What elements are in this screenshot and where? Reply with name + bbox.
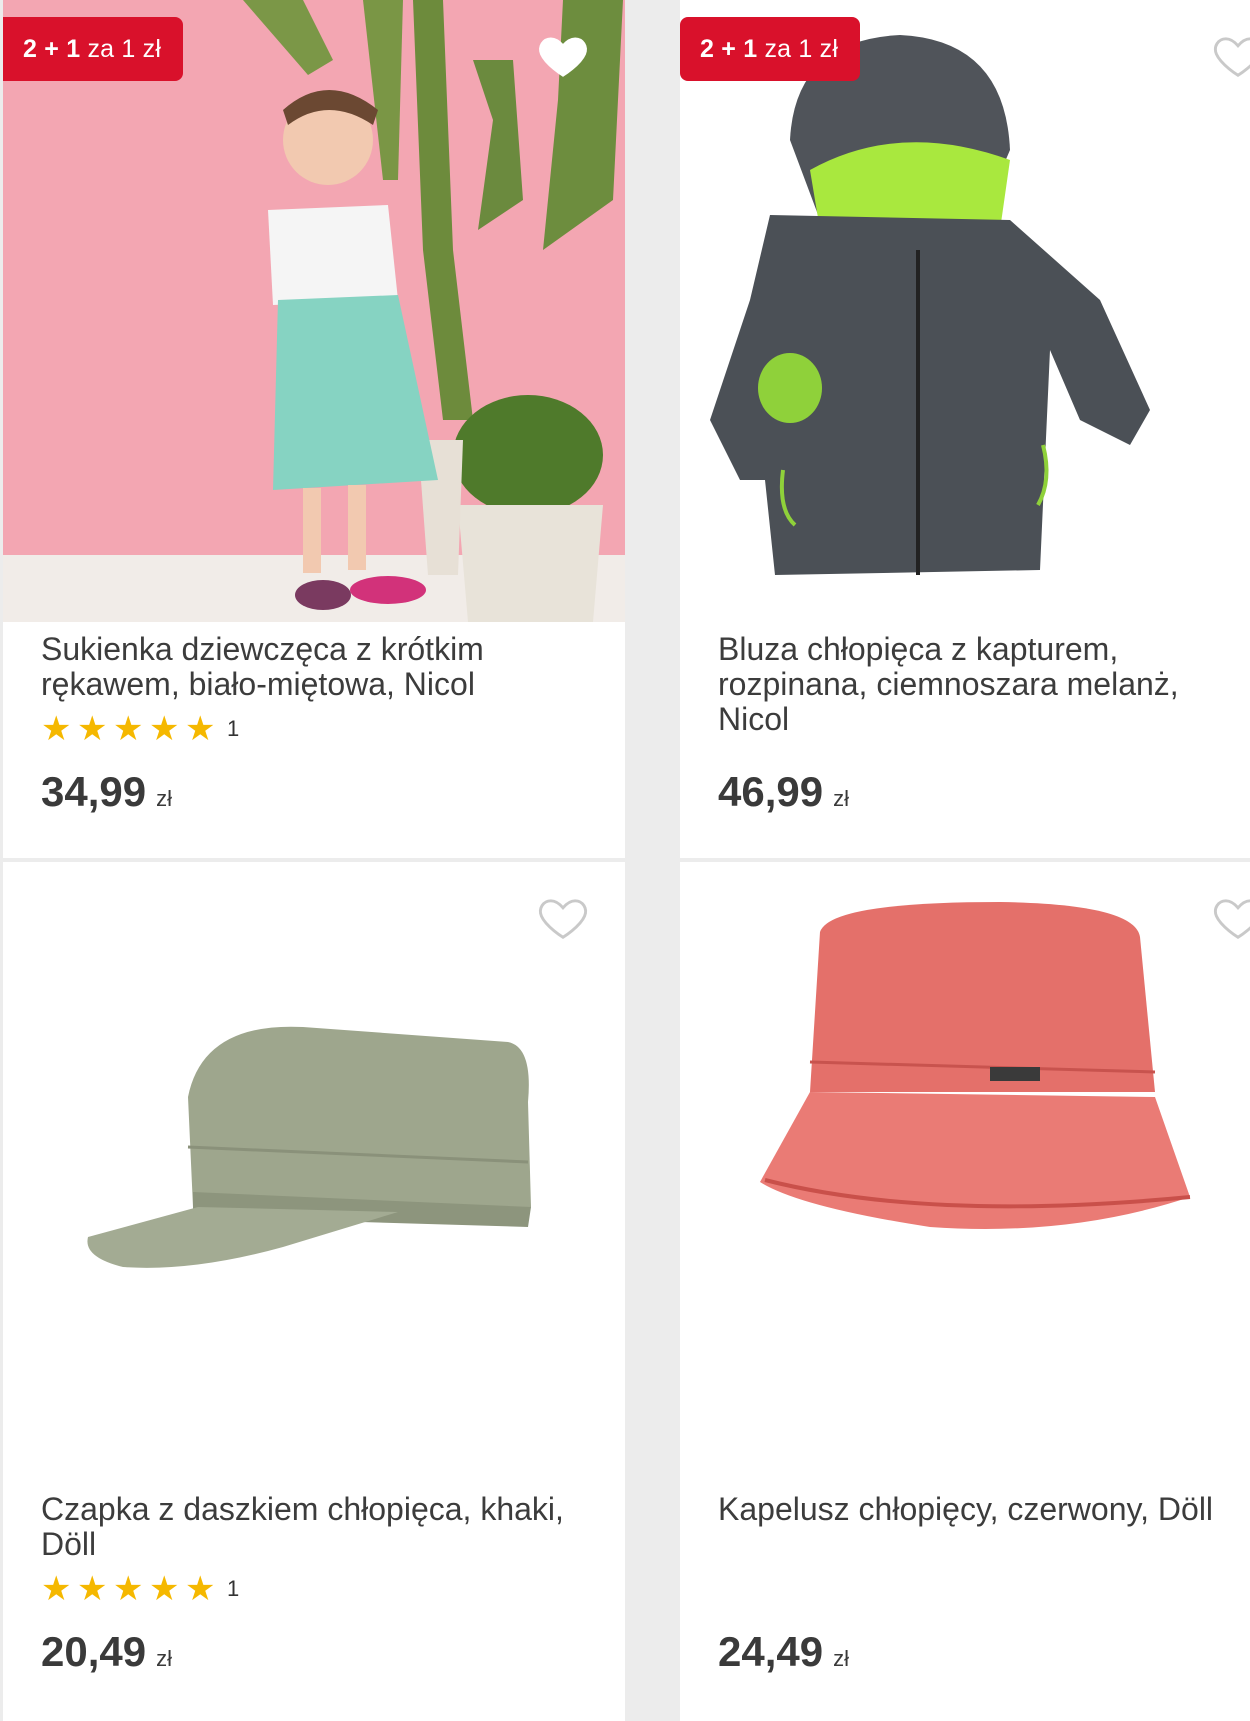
product-image[interactable] — [680, 0, 1250, 622]
product-card[interactable]: Czapka z daszkiem chłopięca, khaki, Döll… — [3, 862, 625, 1721]
favorite-heart-icon[interactable] — [1211, 28, 1250, 82]
rating-count: 1 — [227, 1576, 240, 1601]
product-image[interactable] — [680, 862, 1250, 1484]
product-price: 46,99 zł — [718, 768, 849, 816]
product-card[interactable]: Kapelusz chłopięcy, czerwony, Döll 24,49… — [680, 862, 1250, 1721]
price-amount: 24,49 — [718, 1628, 824, 1675]
favorite-heart-icon[interactable] — [536, 28, 590, 82]
product-rating: ★ ★ ★ ★ ★ 1 — [41, 712, 239, 746]
star-icon: ★ — [149, 710, 180, 748]
product-price: 20,49 zł — [41, 1628, 172, 1676]
star-icon: ★ — [77, 710, 108, 748]
star-icon: ★ — [41, 1570, 72, 1608]
product-rating: ★ ★ ★ ★ ★ 1 — [41, 1572, 239, 1606]
price-amount: 20,49 — [41, 1628, 147, 1675]
product-grid: 2 + 1 za 1 zł Sukienka dziewczęca z krót… — [0, 0, 1250, 1721]
price-currency: zł — [156, 1646, 172, 1671]
product-price: 34,99 zł — [41, 768, 172, 816]
product-image[interactable] — [3, 862, 625, 1484]
price-amount: 34,99 — [41, 768, 147, 815]
promo-badge: 2 + 1 za 1 zł — [3, 17, 184, 81]
star-icon: ★ — [149, 1570, 180, 1608]
product-title[interactable]: Czapka z daszkiem chłopięca, khaki, Döll — [41, 1492, 601, 1562]
star-icon: ★ — [113, 710, 144, 748]
promo-badge: 2 + 1 za 1 zł — [680, 17, 861, 81]
product-card[interactable]: 2 + 1 za 1 zł Bluza chłopięca z kapturem… — [680, 0, 1250, 858]
star-icon: ★ — [185, 710, 216, 748]
star-icon: ★ — [41, 710, 72, 748]
star-icon: ★ — [185, 1570, 216, 1608]
price-amount: 46,99 — [718, 768, 824, 815]
product-price: 24,49 zł — [718, 1628, 849, 1676]
star-icon: ★ — [113, 1570, 144, 1608]
favorite-heart-icon[interactable] — [1211, 890, 1250, 944]
product-title[interactable]: Sukienka dziewczęca z krótkim rękawem, b… — [41, 632, 601, 702]
star-icon: ★ — [77, 1570, 108, 1608]
price-currency: zł — [833, 786, 849, 811]
product-title[interactable]: Kapelusz chłopięcy, czerwony, Döll — [718, 1492, 1248, 1527]
rating-count: 1 — [227, 716, 240, 741]
product-card[interactable]: 2 + 1 za 1 zł Sukienka dziewczęca z krót… — [3, 0, 625, 858]
price-currency: zł — [156, 786, 172, 811]
price-currency: zł — [833, 1646, 849, 1671]
product-title[interactable]: Bluza chłopięca z kapturem, rozpinana, c… — [718, 632, 1248, 737]
favorite-heart-icon[interactable] — [536, 890, 590, 944]
product-image[interactable] — [3, 0, 625, 622]
